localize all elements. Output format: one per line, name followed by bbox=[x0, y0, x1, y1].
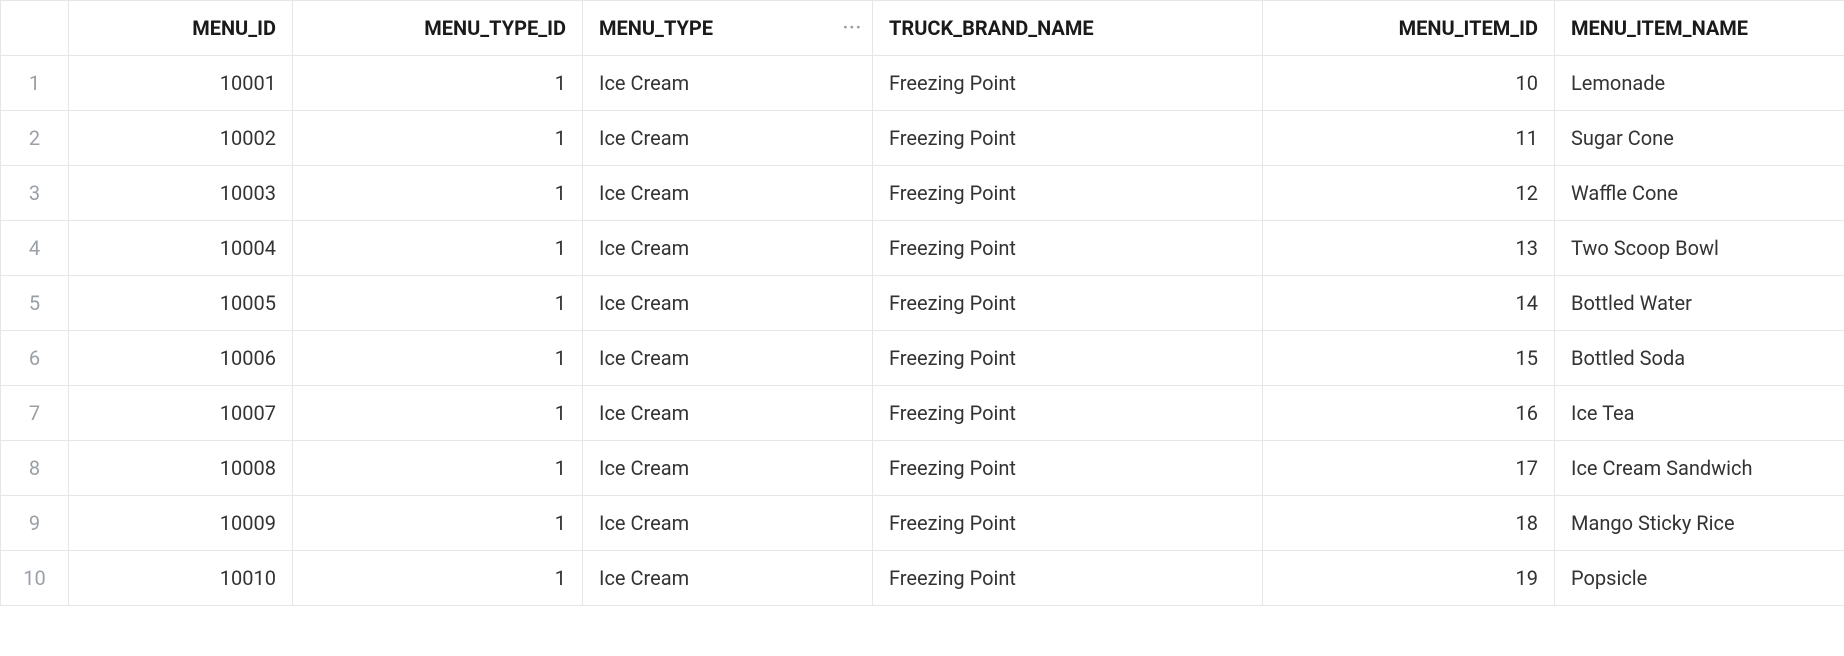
cell-menu-item-id[interactable]: 16 bbox=[1263, 386, 1555, 441]
cell-menu-type[interactable]: Ice Cream bbox=[583, 331, 873, 386]
cell-menu-item-id[interactable]: 15 bbox=[1263, 331, 1555, 386]
cell-menu-item-id[interactable]: 10 bbox=[1263, 56, 1555, 111]
cell-menu-type[interactable]: Ice Cream bbox=[583, 111, 873, 166]
column-header-menu-id[interactable]: MENU_ID bbox=[69, 1, 293, 56]
column-header-label: MENU_ID bbox=[192, 16, 276, 40]
row-number[interactable]: 6 bbox=[1, 331, 69, 386]
cell-menu-item-name[interactable]: Popsicle bbox=[1555, 551, 1844, 606]
cell-menu-item-name[interactable]: Two Scoop Bowl bbox=[1555, 221, 1844, 276]
cell-truck-brand-name[interactable]: Freezing Point bbox=[873, 276, 1263, 331]
cell-menu-type-id[interactable]: 1 bbox=[293, 441, 583, 496]
cell-menu-type[interactable]: Ice Cream bbox=[583, 56, 873, 111]
cell-menu-type[interactable]: Ice Cream bbox=[583, 166, 873, 221]
cell-menu-id[interactable]: 10005 bbox=[69, 276, 293, 331]
cell-truck-brand-name[interactable]: Freezing Point bbox=[873, 441, 1263, 496]
cell-menu-type[interactable]: Ice Cream bbox=[583, 221, 873, 276]
row-number[interactable]: 3 bbox=[1, 166, 69, 221]
cell-menu-id[interactable]: 10002 bbox=[69, 111, 293, 166]
cell-menu-item-id[interactable]: 14 bbox=[1263, 276, 1555, 331]
column-header-menu-item-id[interactable]: MENU_ITEM_ID bbox=[1263, 1, 1555, 56]
column-header-label: MENU_ITEM_ID bbox=[1399, 16, 1538, 40]
ellipsis-icon[interactable]: ··· bbox=[843, 18, 862, 39]
row-number[interactable]: 8 bbox=[1, 441, 69, 496]
row-number[interactable]: 7 bbox=[1, 386, 69, 441]
cell-menu-item-name[interactable]: Lemonade bbox=[1555, 56, 1844, 111]
cell-menu-item-id[interactable]: 13 bbox=[1263, 221, 1555, 276]
cell-menu-item-id[interactable]: 11 bbox=[1263, 111, 1555, 166]
cell-menu-type-id[interactable]: 1 bbox=[293, 551, 583, 606]
cell-menu-type[interactable]: Ice Cream bbox=[583, 386, 873, 441]
cell-menu-type[interactable]: Ice Cream bbox=[583, 551, 873, 606]
row-number[interactable]: 5 bbox=[1, 276, 69, 331]
cell-menu-item-id[interactable]: 19 bbox=[1263, 551, 1555, 606]
cell-menu-id[interactable]: 10010 bbox=[69, 551, 293, 606]
cell-truck-brand-name[interactable]: Freezing Point bbox=[873, 496, 1263, 551]
column-header-label: TRUCK_BRAND_NAME bbox=[889, 16, 1094, 40]
cell-menu-item-name[interactable]: Mango Sticky Rice bbox=[1555, 496, 1844, 551]
cell-menu-type-id[interactable]: 1 bbox=[293, 166, 583, 221]
cell-menu-type-id[interactable]: 1 bbox=[293, 496, 583, 551]
cell-menu-type-id[interactable]: 1 bbox=[293, 221, 583, 276]
column-header-truck-brand-name[interactable]: TRUCK_BRAND_NAME bbox=[873, 1, 1263, 56]
cell-menu-item-name[interactable]: Bottled Soda bbox=[1555, 331, 1844, 386]
row-number[interactable]: 10 bbox=[1, 551, 69, 606]
cell-menu-id[interactable]: 10004 bbox=[69, 221, 293, 276]
cell-menu-type-id[interactable]: 1 bbox=[293, 386, 583, 441]
row-number[interactable]: 1 bbox=[1, 56, 69, 111]
cell-menu-item-id[interactable]: 18 bbox=[1263, 496, 1555, 551]
cell-menu-id[interactable]: 10008 bbox=[69, 441, 293, 496]
cell-menu-type[interactable]: Ice Cream bbox=[583, 441, 873, 496]
cell-menu-type-id[interactable]: 1 bbox=[293, 56, 583, 111]
cell-truck-brand-name[interactable]: Freezing Point bbox=[873, 111, 1263, 166]
cell-menu-type[interactable]: Ice Cream bbox=[583, 496, 873, 551]
row-number[interactable]: 9 bbox=[1, 496, 69, 551]
cell-menu-id[interactable]: 10006 bbox=[69, 331, 293, 386]
cell-menu-item-name[interactable]: Ice Cream Sandwich bbox=[1555, 441, 1844, 496]
row-number[interactable]: 2 bbox=[1, 111, 69, 166]
cell-menu-id[interactable]: 10009 bbox=[69, 496, 293, 551]
cell-menu-item-name[interactable]: Ice Tea bbox=[1555, 386, 1844, 441]
cell-truck-brand-name[interactable]: Freezing Point bbox=[873, 166, 1263, 221]
column-header-label: MENU_TYPE bbox=[599, 16, 713, 40]
column-header-label: MENU_ITEM_NAME bbox=[1571, 16, 1748, 40]
column-header-menu-type-id[interactable]: MENU_TYPE_ID bbox=[293, 1, 583, 56]
cell-menu-type-id[interactable]: 1 bbox=[293, 276, 583, 331]
cell-menu-item-name[interactable]: Waffle Cone bbox=[1555, 166, 1844, 221]
cell-menu-type-id[interactable]: 1 bbox=[293, 111, 583, 166]
cell-truck-brand-name[interactable]: Freezing Point bbox=[873, 331, 1263, 386]
cell-truck-brand-name[interactable]: Freezing Point bbox=[873, 221, 1263, 276]
column-header-menu-item-name[interactable]: MENU_ITEM_NAME bbox=[1555, 1, 1844, 56]
cell-menu-item-name[interactable]: Sugar Cone bbox=[1555, 111, 1844, 166]
cell-menu-item-id[interactable]: 17 bbox=[1263, 441, 1555, 496]
cell-menu-id[interactable]: 10001 bbox=[69, 56, 293, 111]
cell-truck-brand-name[interactable]: Freezing Point bbox=[873, 551, 1263, 606]
cell-menu-type-id[interactable]: 1 bbox=[293, 331, 583, 386]
row-number[interactable]: 4 bbox=[1, 221, 69, 276]
cell-menu-id[interactable]: 10003 bbox=[69, 166, 293, 221]
cell-truck-brand-name[interactable]: Freezing Point bbox=[873, 56, 1263, 111]
cell-menu-item-name[interactable]: Bottled Water bbox=[1555, 276, 1844, 331]
column-header-label: MENU_TYPE_ID bbox=[424, 16, 566, 40]
column-header-menu-type[interactable]: MENU_TYPE ··· bbox=[583, 1, 873, 56]
cell-menu-item-id[interactable]: 12 bbox=[1263, 166, 1555, 221]
cell-menu-id[interactable]: 10007 bbox=[69, 386, 293, 441]
cell-menu-type[interactable]: Ice Cream bbox=[583, 276, 873, 331]
cell-truck-brand-name[interactable]: Freezing Point bbox=[873, 386, 1263, 441]
results-table: MENU_ID MENU_TYPE_ID MENU_TYPE ··· TRUCK… bbox=[0, 0, 1844, 606]
corner-cell bbox=[1, 1, 69, 56]
